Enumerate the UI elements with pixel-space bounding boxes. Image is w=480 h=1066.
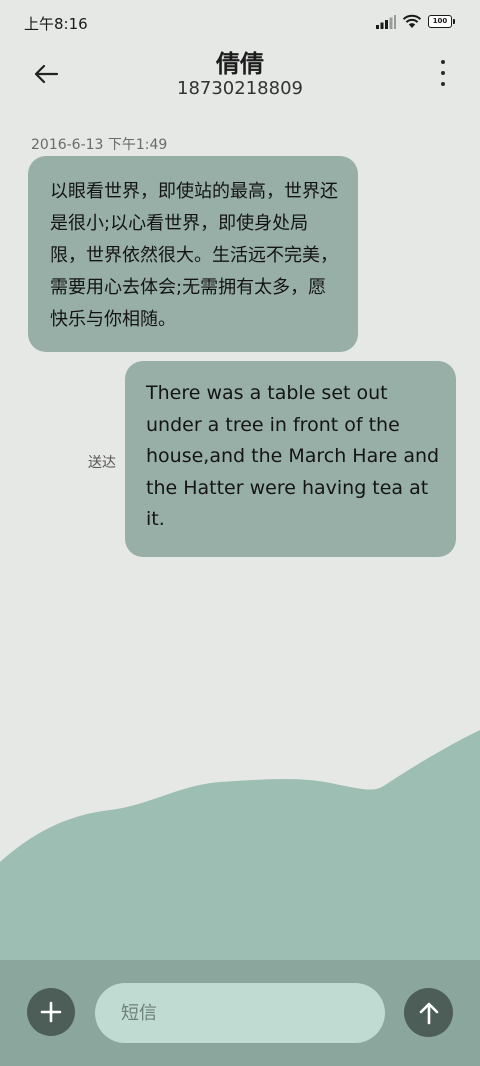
send-button[interactable] — [404, 988, 453, 1037]
signal-icon — [376, 14, 396, 29]
contact-number: 18730218809 — [177, 78, 303, 99]
message-timestamp: 2016-6-13 下午1:49 — [31, 137, 168, 153]
add-attachment-button[interactable] — [27, 988, 75, 1036]
message-text: 以眼看世界，即使站的最高，世界还是很小;以心看世界，即使身处局限，世界依然很大。… — [50, 181, 338, 330]
delivery-status: 送达 — [88, 455, 116, 471]
contact-name: 倩倩 — [216, 50, 264, 78]
battery-icon: 100 — [428, 15, 455, 28]
incoming-message-bubble[interactable]: 以眼看世界，即使站的最高，世界还是很小;以心看世界，即使身处局限，世界依然很大。… — [28, 156, 358, 352]
wifi-icon — [402, 14, 422, 28]
wave-decoration — [0, 730, 480, 962]
status-icons: 100 — [376, 14, 455, 29]
status-time: 上午8:16 — [24, 15, 88, 33]
conversation-header: 倩倩 18730218809 — [0, 40, 480, 110]
more-vertical-icon — [441, 60, 445, 64]
composer-bar — [0, 960, 480, 1066]
arrow-up-icon — [419, 1002, 438, 1024]
message-input[interactable] — [95, 983, 385, 1043]
plus-icon — [40, 1001, 62, 1023]
message-text: There was a table set out under a tree i… — [146, 382, 440, 530]
more-options-button[interactable] — [436, 58, 450, 88]
outgoing-message-bubble[interactable]: There was a table set out under a tree i… — [125, 361, 456, 557]
